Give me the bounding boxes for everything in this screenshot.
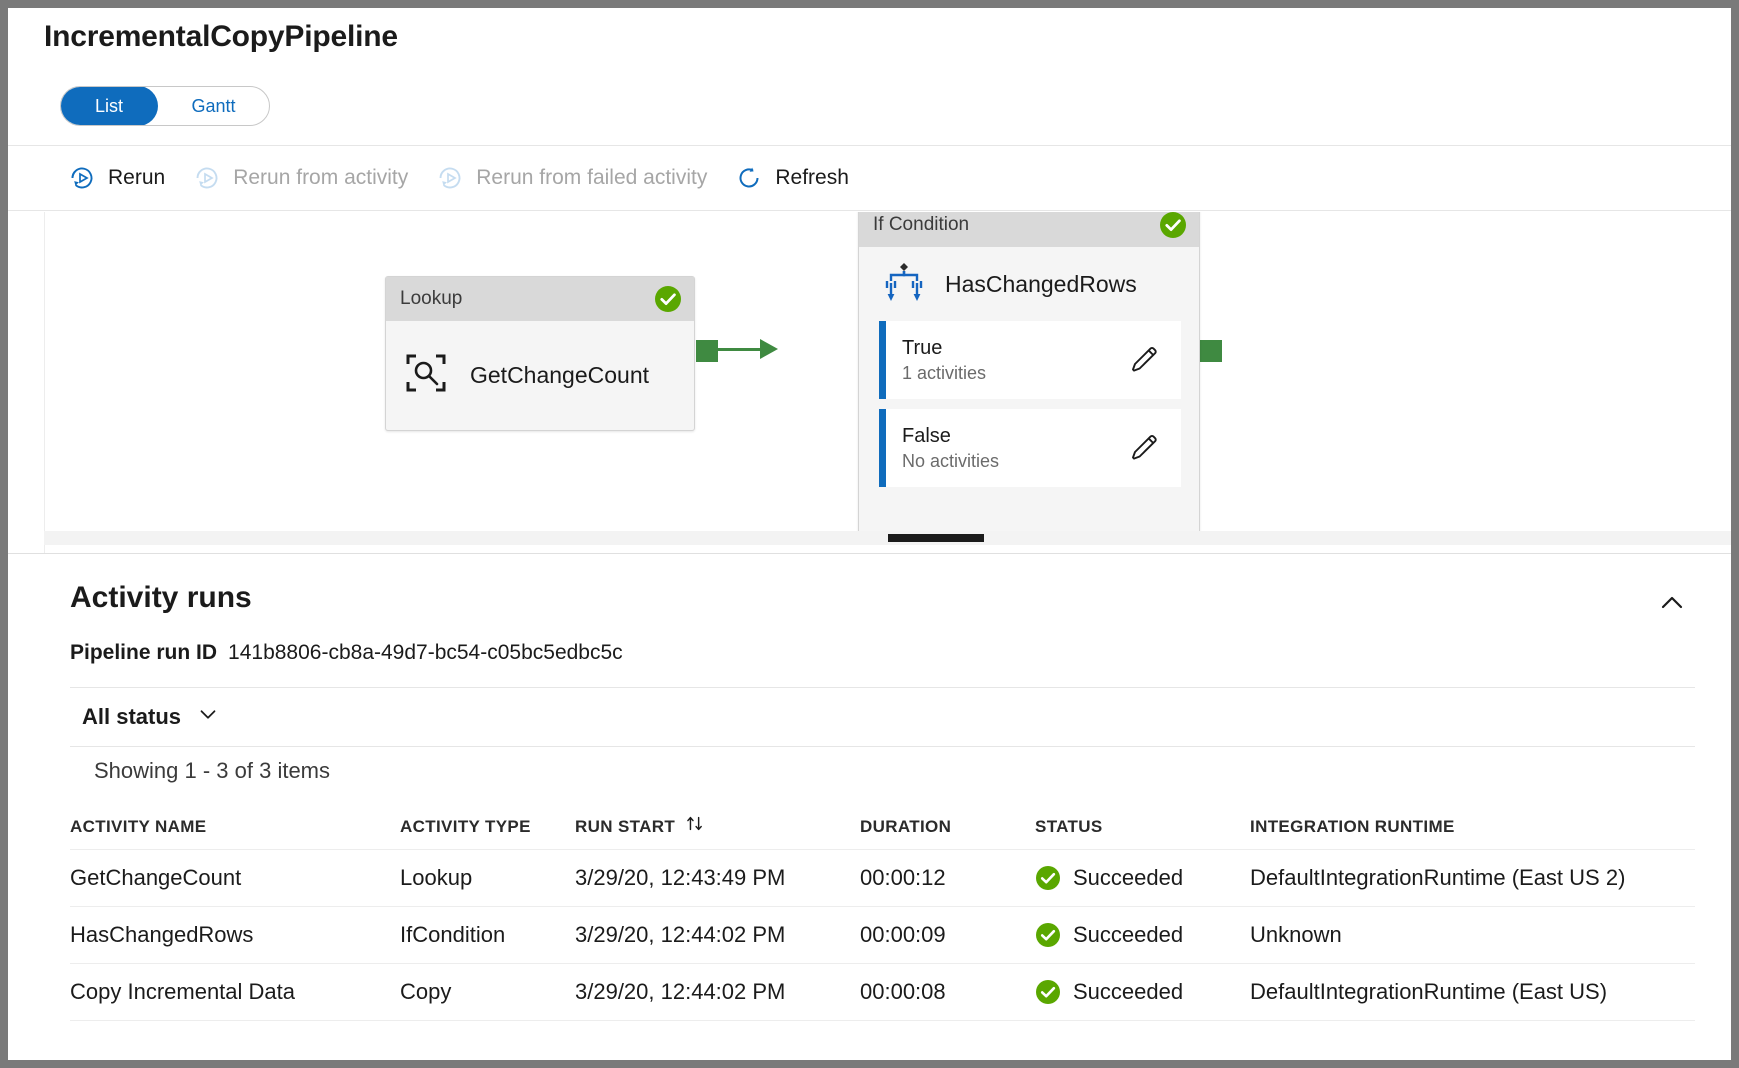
status-filter-label: All status	[82, 704, 181, 730]
cell-activity-name: GetChangeCount	[70, 865, 400, 891]
pipeline-run-id-row: Pipeline run ID 141b8806-cb8a-49d7-bc54-…	[70, 641, 623, 665]
refresh-button[interactable]: Refresh	[721, 155, 863, 201]
chevron-down-icon	[195, 701, 221, 732]
cell-status: Succeeded	[1035, 865, 1250, 891]
table-row[interactable]: GetChangeCount Lookup 3/29/20, 12:43:49 …	[70, 850, 1695, 907]
cell-status: Succeeded	[1035, 922, 1250, 948]
cell-run-start: 3/29/20, 12:44:02 PM	[575, 922, 860, 948]
rerun-from-activity-button[interactable]: Rerun from activity	[179, 155, 422, 201]
cell-duration: 00:00:12	[860, 865, 1035, 891]
view-toggle[interactable]: List Gantt	[60, 86, 270, 126]
if-condition-branch-icon	[881, 259, 927, 310]
branch-true-label: True	[902, 337, 986, 360]
activity-node-lookup[interactable]: Lookup GetChangeCount	[385, 276, 695, 431]
cell-integration-runtime: Unknown	[1250, 922, 1695, 948]
if-node-title-row: HasChangedRows	[859, 247, 1199, 321]
activity-runs-panel: Activity runs Pipeline run ID 141b8806-c…	[8, 553, 1731, 1060]
status-filter-dropdown[interactable]: All status	[82, 701, 221, 732]
activity-node-if-condition[interactable]: If Condition	[858, 212, 1200, 542]
success-check-icon	[1035, 979, 1061, 1005]
showing-items-text: Showing 1 - 3 of 3 items	[94, 758, 330, 784]
tab-list[interactable]: List	[60, 86, 158, 126]
status-badge: Succeeded	[1073, 922, 1183, 948]
cell-activity-type: IfCondition	[400, 922, 575, 948]
node-body: GetChangeCount	[386, 321, 694, 430]
rerun-button[interactable]: Rerun	[54, 155, 179, 201]
node-activity-name: GetChangeCount	[470, 362, 649, 389]
if-node-activity-name: HasChangedRows	[945, 271, 1137, 298]
success-check-icon	[654, 285, 682, 313]
pipeline-run-monitor: IncrementalCopyPipeline List Gantt Rerun	[8, 8, 1731, 1060]
branch-true[interactable]: True 1 activities	[879, 321, 1181, 399]
canvas-scrollbar-thumb[interactable]	[888, 534, 984, 542]
pencil-icon[interactable]	[1129, 433, 1159, 463]
cell-status: Succeeded	[1035, 979, 1250, 1005]
cell-activity-name: HasChangedRows	[70, 922, 400, 948]
chevron-up-icon	[1657, 588, 1687, 623]
rerun-from-activity-label: Rerun from activity	[233, 166, 408, 190]
connector-output-port[interactable]	[696, 340, 718, 362]
sort-updown-icon[interactable]	[685, 814, 705, 839]
cell-duration: 00:00:09	[860, 922, 1035, 948]
table-row[interactable]: Copy Incremental Data Copy 3/29/20, 12:4…	[70, 964, 1695, 1021]
cell-integration-runtime: DefaultIntegrationRuntime (East US)	[1250, 979, 1695, 1005]
column-header-activity-name[interactable]: ACTIVITY NAME	[70, 817, 400, 837]
cell-activity-name: Copy Incremental Data	[70, 979, 400, 1005]
column-header-duration[interactable]: DURATION	[860, 817, 1035, 837]
pipeline-run-id-label: Pipeline run ID	[70, 641, 217, 665]
column-header-activity-type[interactable]: ACTIVITY TYPE	[400, 817, 575, 837]
filter-divider-bottom	[70, 746, 1695, 747]
branch-false[interactable]: False No activities	[879, 409, 1181, 487]
node-type-label: Lookup	[400, 288, 462, 310]
node-header: Lookup	[386, 277, 694, 321]
lookup-magnifier-icon	[404, 351, 448, 400]
cell-run-start: 3/29/20, 12:44:02 PM	[575, 979, 860, 1005]
collapse-panel-button[interactable]	[1653, 586, 1691, 624]
success-check-icon	[1159, 212, 1187, 239]
cell-integration-runtime: DefaultIntegrationRuntime (East US 2)	[1250, 865, 1695, 891]
status-badge: Succeeded	[1073, 979, 1183, 1005]
canvas-left-divider	[44, 212, 45, 553]
cell-run-start: 3/29/20, 12:43:49 PM	[575, 865, 860, 891]
rerun-from-failed-activity-label: Rerun from failed activity	[476, 166, 707, 190]
branch-true-subtitle: 1 activities	[902, 363, 986, 384]
column-header-run-start[interactable]: RUN START	[575, 814, 860, 839]
pencil-icon[interactable]	[1129, 345, 1159, 375]
column-header-status[interactable]: STATUS	[1035, 817, 1250, 837]
filter-divider-top	[70, 687, 1695, 688]
rerun-label: Rerun	[108, 166, 165, 190]
table-header-row: ACTIVITY NAME ACTIVITY TYPE RUN START DU…	[70, 804, 1695, 850]
connector-arrow-icon	[760, 339, 778, 359]
rerun-from-failed-activity-button[interactable]: Rerun from failed activity	[422, 155, 721, 201]
branch-false-subtitle: No activities	[902, 451, 999, 472]
connector-output-port-if[interactable]	[1200, 340, 1222, 362]
if-node-header: If Condition	[859, 212, 1199, 247]
branch-true-texts: True 1 activities	[902, 337, 986, 384]
table-row[interactable]: HasChangedRows IfCondition 3/29/20, 12:4…	[70, 907, 1695, 964]
if-node-type-label: If Condition	[873, 214, 969, 236]
toolbar: Rerun Rerun from activity Rerun from	[8, 145, 1731, 211]
tab-gantt[interactable]: Gantt	[158, 86, 269, 126]
branch-false-label: False	[902, 425, 999, 448]
pipeline-run-id-value: 141b8806-cb8a-49d7-bc54-c05bc5edbc5c	[228, 641, 623, 665]
success-check-icon	[1035, 865, 1061, 891]
cell-activity-type: Copy	[400, 979, 575, 1005]
refresh-icon	[735, 164, 763, 192]
rerun-from-activity-icon	[193, 164, 221, 192]
status-badge: Succeeded	[1073, 865, 1183, 891]
activity-runs-heading: Activity runs	[70, 581, 252, 615]
page-title: IncrementalCopyPipeline	[44, 20, 398, 54]
rerun-icon	[68, 164, 96, 192]
refresh-label: Refresh	[775, 166, 849, 190]
cell-activity-type: Lookup	[400, 865, 575, 891]
activity-runs-table: ACTIVITY NAME ACTIVITY TYPE RUN START DU…	[70, 804, 1695, 1021]
rerun-from-failed-activity-icon	[436, 164, 464, 192]
branch-false-texts: False No activities	[902, 425, 999, 472]
column-header-run-start-label: RUN START	[575, 817, 675, 837]
success-check-icon	[1035, 922, 1061, 948]
cell-duration: 00:00:08	[860, 979, 1035, 1005]
column-header-integration-runtime[interactable]: INTEGRATION RUNTIME	[1250, 817, 1695, 837]
pipeline-canvas[interactable]: Lookup GetChangeCount	[8, 212, 1731, 553]
